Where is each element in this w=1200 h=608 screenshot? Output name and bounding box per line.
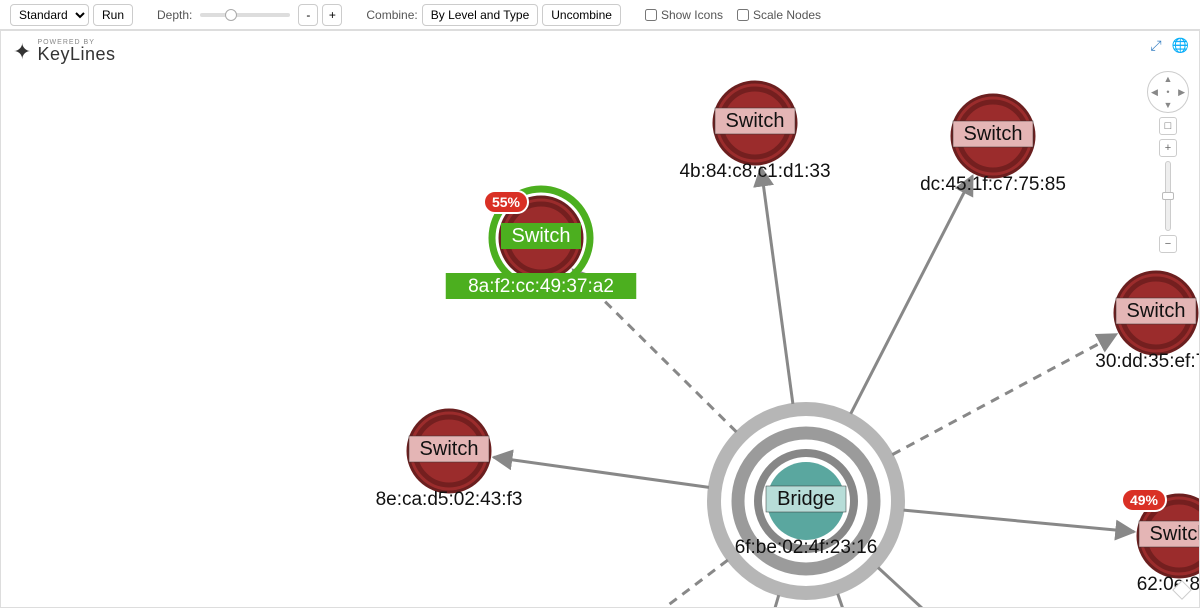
svg-text:49%: 49% bbox=[1130, 492, 1159, 508]
mode-select[interactable]: Standard bbox=[10, 4, 89, 26]
combine-label: Combine: bbox=[366, 8, 417, 22]
pan-control[interactable]: ▲▼ ◀▶ • bbox=[1147, 71, 1189, 113]
node-sw6[interactable]: Switch 8a:f2:cc:49:37:a2 55% bbox=[446, 189, 637, 299]
node-mac-label: 8a:f2:cc:49:37:a2 bbox=[468, 276, 614, 297]
node-mac-label: 8e:ca:d5:02:43:f3 bbox=[376, 489, 523, 510]
uncombine-button[interactable]: Uncombine bbox=[542, 4, 621, 26]
node-type-label: Bridge bbox=[777, 488, 835, 510]
node-type-label: Switch bbox=[1127, 300, 1186, 322]
depth-slider[interactable] bbox=[200, 13, 290, 17]
svg-text:55%: 55% bbox=[492, 194, 521, 210]
zoom-out-button[interactable]: − bbox=[1159, 235, 1177, 253]
node-mac-label: 30:dd:35:ef:71 bbox=[1095, 351, 1199, 372]
node-sw5[interactable]: Switch 8e:ca:d5:02:43:f3 bbox=[376, 410, 523, 510]
node-type-label: Switch bbox=[1150, 523, 1199, 545]
depth-minus-button[interactable]: - bbox=[298, 4, 318, 26]
node-sw4[interactable]: Switch62:0e:8f:649% bbox=[1122, 489, 1199, 595]
node-type-label: Switch bbox=[512, 225, 571, 247]
node-sw1[interactable]: Switch 4b:84:c8:c1:d1:33 bbox=[679, 82, 830, 182]
scale-nodes-checkbox[interactable]: Scale Nodes bbox=[737, 8, 821, 22]
run-button[interactable]: Run bbox=[93, 4, 133, 26]
node-mac-label: 4b:84:c8:c1:d1:33 bbox=[679, 161, 830, 182]
fit-button[interactable]: □ bbox=[1159, 117, 1177, 135]
depth-plus-button[interactable]: + bbox=[322, 4, 342, 26]
node-type-label: Switch bbox=[964, 123, 1023, 145]
show-icons-checkbox[interactable]: Show Icons bbox=[645, 8, 723, 22]
zoom-slider[interactable] bbox=[1165, 161, 1171, 231]
node-sw2[interactable]: Switch dc:45:1f:c7:75:85 bbox=[920, 95, 1066, 195]
depth-label: Depth: bbox=[157, 8, 192, 22]
zoom-in-button[interactable]: + bbox=[1159, 139, 1177, 157]
node-type-label: Switch bbox=[420, 438, 479, 460]
node-mac-label: 6f:be:02:4f:23:16 bbox=[735, 537, 878, 558]
toolbar: Standard Run Depth: - + Combine: By Leve… bbox=[0, 0, 1200, 30]
graph-canvas[interactable]: ✦ POWERED BY KeyLines ⤢ 🌐 Bridge6f:be:02… bbox=[0, 30, 1200, 608]
node-sw3[interactable]: Switch 30:dd:35:ef:71 bbox=[1095, 272, 1199, 372]
graph-svg: Bridge 6f:be:02:4f:23:16 Switch 4b:84:c8:c1… bbox=[1, 31, 1199, 607]
node-type-label: Switch bbox=[726, 110, 785, 132]
node-mac-label: dc:45:1f:c7:75:85 bbox=[920, 174, 1066, 195]
combine-button[interactable]: By Level and Type bbox=[422, 4, 539, 26]
nav-controls: ▲▼ ◀▶ • □ + − bbox=[1147, 71, 1189, 253]
